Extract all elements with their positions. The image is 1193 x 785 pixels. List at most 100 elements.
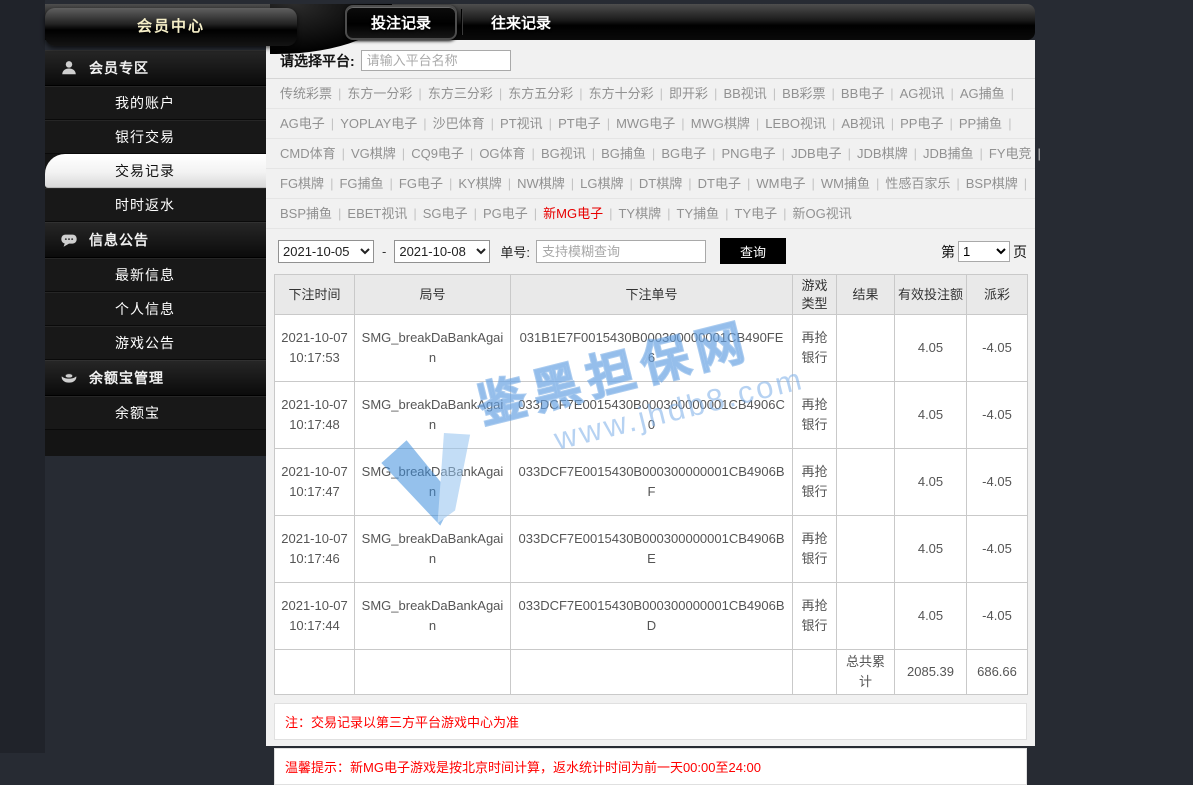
note-text: 温馨提示：新MG电子游戏是按北京时间计算，返水统计时间为前一天00:00至24:… (274, 748, 1027, 785)
table-row: 2021-10-07 10:17:44SMG_breakDaBankAgain0… (275, 583, 1028, 650)
platform-link[interactable]: AG视讯 (900, 86, 945, 101)
platform-separator: | (660, 86, 663, 101)
tab-bet-records[interactable]: 投注记录 (345, 5, 457, 40)
page-number-select[interactable]: 1 (958, 241, 1010, 262)
cell-payout: -4.05 (967, 315, 1028, 382)
platform-link[interactable]: CQ9电子 (411, 146, 464, 161)
platform-link[interactable]: PG电子 (483, 206, 528, 221)
platform-separator: | (714, 86, 717, 101)
platform-link[interactable]: KY棋牌 (458, 176, 501, 191)
platform-link[interactable]: WM电子 (756, 176, 805, 191)
platform-row: 传统彩票|东方一分彩|东方三分彩|东方五分彩|东方十分彩|即开彩|BB视讯|BB… (266, 79, 1035, 109)
platform-separator: | (449, 176, 452, 191)
order-number-input[interactable] (536, 240, 706, 263)
platform-link[interactable]: YOPLAY电子 (340, 116, 417, 131)
platform-name-input[interactable] (361, 50, 511, 71)
date-from-select[interactable]: 2021-10-05 (278, 240, 374, 263)
column-header: 派彩 (967, 275, 1028, 315)
platform-link[interactable]: PT视讯 (500, 116, 543, 131)
platform-link[interactable]: BSP棋牌 (966, 176, 1018, 191)
platform-link[interactable]: TY电子 (735, 206, 778, 221)
platform-separator: | (338, 206, 341, 221)
platform-link[interactable]: SG电子 (423, 206, 468, 221)
platform-link[interactable]: FG电子 (399, 176, 443, 191)
platform-link[interactable]: BG捕鱼 (601, 146, 646, 161)
cell-time: 2021-10-07 10:17:48 (275, 382, 355, 449)
platform-link[interactable]: OG体育 (479, 146, 525, 161)
platform-link[interactable]: JDB棋牌 (857, 146, 908, 161)
platform-link[interactable]: WM捕鱼 (821, 176, 870, 191)
sidebar-item-my-account[interactable]: 我的账户 (45, 86, 266, 120)
cell-game_type: 再抢银行 (793, 516, 837, 583)
platform-link[interactable]: TY棋牌 (618, 206, 661, 221)
platform-link[interactable]: NW棋牌 (517, 176, 565, 191)
sidebar-item-latest-news[interactable]: 最新信息 (45, 258, 266, 292)
platform-link[interactable]: MWG电子 (616, 116, 675, 131)
platform-link[interactable]: AG电子 (280, 116, 325, 131)
sidebar-section-member-zone[interactable]: 会员专区 (45, 50, 266, 86)
platform-link[interactable]: CMD体育 (280, 146, 336, 161)
member-center-title: 会员中心 (45, 8, 297, 46)
platform-link[interactable]: EBET视讯 (347, 206, 407, 221)
sidebar-section-announcements[interactable]: 信息公告 (45, 222, 266, 258)
content-panel: 请选择平台: 传统彩票|东方一分彩|东方三分彩|东方五分彩|东方十分彩|即开彩|… (266, 40, 1035, 746)
cell-result (837, 382, 895, 449)
search-button[interactable]: 查询 (720, 238, 786, 264)
sidebar-item-transaction-records[interactable]: 交易记录 (45, 154, 266, 188)
platform-link[interactable]: PP电子 (900, 116, 943, 131)
sidebar-section-yuebao-management[interactable]: 余额宝管理 (45, 360, 266, 396)
platform-link[interactable]: 即开彩 (669, 86, 708, 101)
platform-link[interactable]: DT棋牌 (639, 176, 682, 191)
platform-link[interactable]: BG视讯 (541, 146, 586, 161)
platform-link[interactable]: 性感百家乐 (885, 176, 950, 191)
sidebar-item-realtime-rebate[interactable]: 时时返水 (45, 188, 266, 222)
platform-link[interactable]: 传统彩票 (280, 86, 332, 101)
summary-label: 总共累计 (837, 650, 895, 695)
summary-payout: 686.66 (967, 650, 1028, 695)
sidebar-item-yuebao[interactable]: 余额宝 (45, 396, 266, 430)
platform-link[interactable]: MWG棋牌 (691, 116, 750, 131)
page-prefix-label: 第 (941, 242, 955, 262)
platform-link[interactable]: AB视讯 (841, 116, 884, 131)
tab-transfer-records[interactable]: 往来记录 (467, 7, 575, 38)
platform-link[interactable]: 新MG电子 (543, 206, 603, 221)
bet-records-table: 下注时间局号下注单号游戏类型结果有效投注额派彩 2021-10-07 10:17… (274, 274, 1028, 695)
platform-link[interactable]: 新OG视讯 (793, 206, 852, 221)
platform-link[interactable]: 东方三分彩 (428, 86, 493, 101)
platform-link[interactable]: LG棋牌 (580, 176, 623, 191)
platform-link[interactable]: PNG电子 (722, 146, 776, 161)
tab-bar: 投注记录 往来记录 (345, 6, 575, 38)
platform-link[interactable]: 东方一分彩 (347, 86, 412, 101)
platform-link[interactable]: JDB电子 (791, 146, 842, 161)
platform-link[interactable]: TY捕鱼 (677, 206, 720, 221)
platform-link[interactable]: JDB捕鱼 (923, 146, 974, 161)
platform-link[interactable]: 东方十分彩 (589, 86, 654, 101)
platform-link[interactable]: AG捕鱼 (960, 86, 1005, 101)
platform-link[interactable]: FG棋牌 (280, 176, 324, 191)
platform-separator: | (890, 86, 893, 101)
platform-link[interactable]: BSP捕鱼 (280, 206, 332, 221)
platform-separator: | (402, 146, 405, 161)
cell-game_type: 再抢银行 (793, 449, 837, 516)
platform-link[interactable]: FY电竞 (989, 146, 1032, 161)
sidebar-item-game-announcements[interactable]: 游戏公告 (45, 326, 266, 360)
cell-time: 2021-10-07 10:17:47 (275, 449, 355, 516)
platform-link[interactable]: FG捕鱼 (339, 176, 383, 191)
platform-link[interactable]: PP捕鱼 (959, 116, 1002, 131)
platform-separator: | (508, 176, 511, 191)
platform-link[interactable]: 沙巴体育 (433, 116, 485, 131)
platform-link[interactable]: 东方五分彩 (508, 86, 573, 101)
platform-link[interactable]: BG电子 (661, 146, 706, 161)
platform-link[interactable]: BB视讯 (723, 86, 766, 101)
cell-order_no: 031B1E7F0015430B000300000001CB490FE6 (511, 315, 793, 382)
platform-link[interactable]: PT电子 (558, 116, 601, 131)
platform-link[interactable]: BB电子 (841, 86, 884, 101)
platform-link[interactable]: DT电子 (698, 176, 741, 191)
platform-link[interactable]: LEBO视讯 (765, 116, 826, 131)
platform-link[interactable]: VG棋牌 (351, 146, 396, 161)
date-to-select[interactable]: 2021-10-08 (394, 240, 490, 263)
column-header: 结果 (837, 275, 895, 315)
platform-link[interactable]: BB彩票 (782, 86, 825, 101)
sidebar-item-bank-transactions[interactable]: 银行交易 (45, 120, 266, 154)
sidebar-item-personal-messages[interactable]: 个人信息 (45, 292, 266, 326)
